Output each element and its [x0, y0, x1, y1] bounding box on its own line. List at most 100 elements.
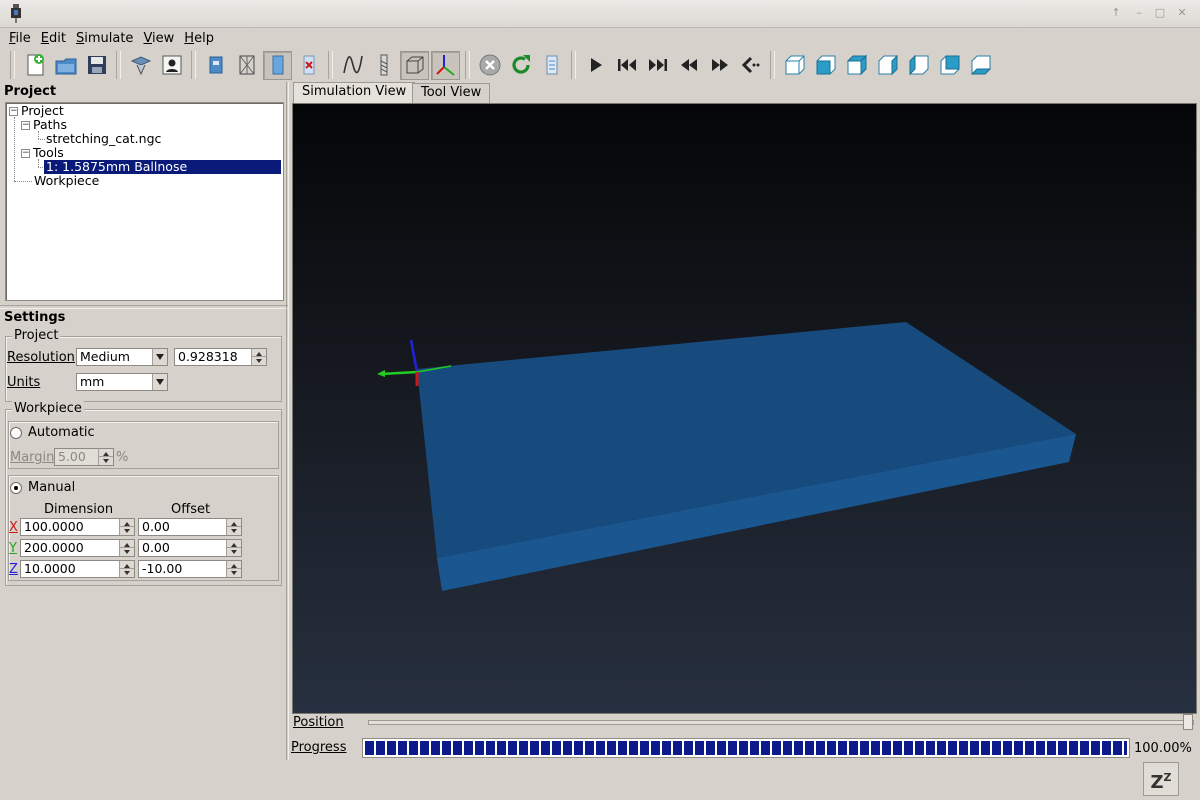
menu-edit[interactable]: Edit	[36, 31, 71, 46]
spin-arrows-icon[interactable]	[119, 519, 134, 535]
skip-back-icon	[617, 59, 636, 71]
manual-label[interactable]: Manual	[28, 480, 75, 495]
sleep-button[interactable]: ZZ	[1143, 762, 1179, 796]
show-tool-button[interactable]	[369, 51, 398, 80]
spin-arrows-icon[interactable]	[119, 540, 134, 556]
fast-forward-button[interactable]	[705, 51, 734, 80]
vertical-splitter[interactable]	[286, 82, 289, 760]
maximize-icon[interactable]: □	[1153, 6, 1167, 20]
keep-above-icon[interactable]: ↑	[1109, 6, 1123, 20]
view-back-button[interactable]	[935, 51, 964, 80]
position-slider-handle[interactable]	[1183, 714, 1193, 730]
tree-item-tools[interactable]: Tools	[33, 146, 64, 160]
fast-forward-icon	[711, 59, 728, 71]
y-offset-spinbox[interactable]: 0.00	[138, 539, 242, 557]
add-tool-button[interactable]	[126, 51, 155, 80]
manual-radio[interactable]	[10, 482, 22, 494]
settings-panel-title: Settings	[4, 310, 66, 325]
view-front-button[interactable]	[811, 51, 840, 80]
menu-simulate[interactable]: Simulate	[71, 31, 138, 46]
position-slider-track[interactable]	[368, 720, 1194, 725]
step-back-button[interactable]	[736, 51, 765, 80]
spin-arrows-icon[interactable]	[251, 349, 266, 365]
remove-stock-icon	[303, 55, 314, 75]
open-file-button[interactable]	[51, 51, 80, 80]
spin-arrows-icon[interactable]	[226, 561, 241, 577]
view-left-button[interactable]	[904, 51, 933, 80]
spin-arrows-icon[interactable]	[226, 540, 241, 556]
tree-item-path-file[interactable]: stretching_cat.ngc	[46, 132, 161, 146]
close-icon[interactable]: ✕	[1175, 6, 1189, 20]
import-workpiece-button[interactable]	[201, 51, 230, 80]
stop-simulation-button[interactable]	[475, 51, 504, 80]
tree-guide-line	[38, 139, 45, 140]
tree-item-tool-selected[interactable]: 1: 1.5875mm Ballnose	[44, 160, 281, 174]
project-group-title: Project	[12, 328, 61, 343]
show-path-button[interactable]	[338, 51, 367, 80]
main-toolbar	[0, 48, 1200, 82]
refresh-icon	[511, 55, 530, 74]
y-axis-label: Y	[9, 541, 17, 556]
rewind-button[interactable]	[674, 51, 703, 80]
view-top-button[interactable]	[842, 51, 871, 80]
z-dimension-value: 10.0000	[24, 561, 76, 576]
tab-tool-view[interactable]: Tool View	[412, 83, 491, 103]
rewind-icon	[680, 59, 697, 71]
tab-simulation-view[interactable]: Simulation View	[293, 82, 416, 103]
wireframe-button[interactable]	[232, 51, 261, 80]
skip-to-end-button[interactable]	[643, 51, 672, 80]
project-settings-group	[5, 336, 282, 402]
view-isometric-button[interactable]	[780, 51, 809, 80]
minimize-icon[interactable]: –	[1132, 6, 1146, 20]
workpiece-group-title: Workpiece	[12, 401, 84, 416]
resolution-select[interactable]: Medium	[76, 348, 168, 366]
menu-help[interactable]: Help	[179, 31, 219, 46]
tree-item-paths[interactable]: Paths	[33, 118, 67, 132]
reload-button[interactable]	[506, 51, 535, 80]
automatic-label[interactable]: Automatic	[28, 425, 95, 440]
panel-splitter[interactable]	[0, 305, 288, 309]
z-dimension-spinbox[interactable]: 10.0000	[20, 560, 135, 578]
menu-view[interactable]: View	[138, 31, 179, 46]
margin-spinbox[interactable]: 5.00	[54, 448, 114, 466]
z-offset-value: -10.00	[142, 561, 183, 576]
show-bounding-box-button[interactable]	[400, 50, 429, 80]
spin-arrows-icon[interactable]	[119, 561, 134, 577]
cube-left-icon	[909, 54, 928, 76]
settings-dialog-button[interactable]	[157, 51, 186, 80]
toolbar-separator	[571, 51, 576, 79]
save-file-button[interactable]	[82, 51, 111, 80]
project-tree[interactable]: − Project − Paths stretching_cat.ngc − T…	[5, 102, 284, 301]
y-dimension-spinbox[interactable]: 200.0000	[20, 539, 135, 557]
tree-collapse-icon[interactable]: −	[9, 107, 18, 116]
automatic-radio[interactable]	[10, 427, 22, 439]
skip-to-start-button[interactable]	[612, 51, 641, 80]
tree-guide-line	[14, 117, 15, 181]
new-file-button[interactable]	[20, 51, 49, 80]
tree-item-workpiece[interactable]: Workpiece	[34, 174, 99, 188]
spin-arrows-icon[interactable]	[98, 449, 113, 465]
spin-arrows-icon[interactable]	[226, 519, 241, 535]
tree-item-project[interactable]: Project	[21, 104, 64, 118]
show-axes-button[interactable]	[431, 50, 460, 80]
view-right-button[interactable]	[873, 51, 902, 80]
x-offset-spinbox[interactable]: 0.00	[138, 518, 242, 536]
remove-workpiece-button[interactable]	[294, 51, 323, 80]
units-select[interactable]: mm	[76, 373, 168, 391]
run-to-cursor-button[interactable]	[537, 51, 566, 80]
z-offset-spinbox[interactable]: -10.00	[138, 560, 242, 578]
menu-file[interactable]: File	[4, 31, 36, 46]
bounding-box-icon	[406, 56, 423, 74]
view-bottom-button[interactable]	[966, 51, 995, 80]
solid-view-button[interactable]	[263, 50, 292, 80]
resolution-spinbox[interactable]: 0.928318	[174, 348, 267, 366]
tree-collapse-icon[interactable]: −	[21, 149, 30, 158]
x-axis-label: X	[9, 520, 18, 535]
open-folder-icon	[55, 58, 76, 75]
tree-collapse-icon[interactable]: −	[21, 121, 30, 130]
simulation-viewport[interactable]	[292, 103, 1197, 714]
solid-stock-icon	[272, 55, 283, 75]
play-button[interactable]	[581, 51, 610, 80]
x-dimension-spinbox[interactable]: 100.0000	[20, 518, 135, 536]
x-offset-value: 0.00	[142, 519, 170, 534]
